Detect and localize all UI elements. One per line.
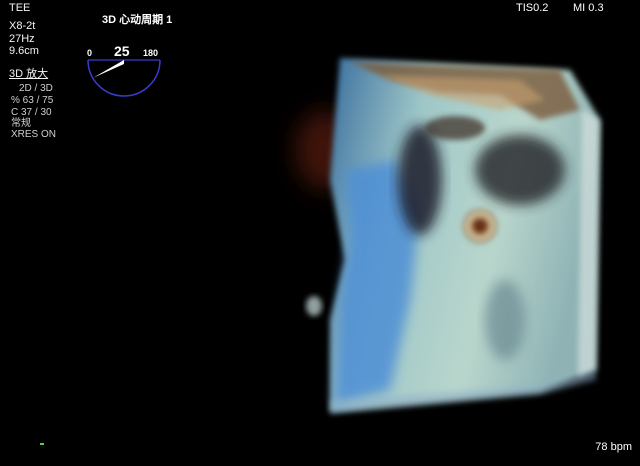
gauge-value-label: 25 — [114, 43, 130, 59]
percent-setting: % 63 / 75 — [11, 95, 54, 106]
probe-mode-label: TEE — [9, 2, 31, 14]
rotation-gauge — [87, 59, 161, 97]
cavity-right — [475, 135, 565, 205]
xres-status: XRES ON — [11, 129, 57, 140]
gauge-arc — [87, 59, 161, 97]
heart-rate: 78 bpm — [595, 441, 632, 453]
ultrasound-screen: TEE X8-2t 27Hz 9.6cm 3D 放大 2D / 3D % 63 … — [0, 0, 640, 466]
frame-rate: 27Hz — [9, 33, 35, 45]
gauge-needle — [93, 60, 124, 78]
stray-echo — [306, 296, 322, 316]
gauge-min-label: 0 — [87, 48, 93, 58]
probe-name: X8-2t — [9, 20, 36, 32]
tis-index: TIS0.2 — [516, 2, 549, 14]
cavity-left — [398, 125, 442, 235]
mi-index: MI 0.3 — [573, 2, 604, 14]
compress-setting: C 37 / 30 — [11, 107, 52, 118]
ecg-marker — [40, 443, 44, 445]
preset-label: 常规 — [11, 118, 31, 129]
mode-label: 3D 放大 — [9, 68, 49, 80]
depth-value: 9.6cm — [9, 45, 39, 57]
gauge-max-label: 180 — [143, 48, 159, 58]
page-title: 3D 心动周期 1 — [102, 14, 173, 26]
cavity-top — [425, 116, 485, 140]
ring-structure — [463, 209, 497, 243]
shadow-lower — [485, 280, 525, 360]
view-mode: 2D / 3D — [19, 83, 53, 94]
